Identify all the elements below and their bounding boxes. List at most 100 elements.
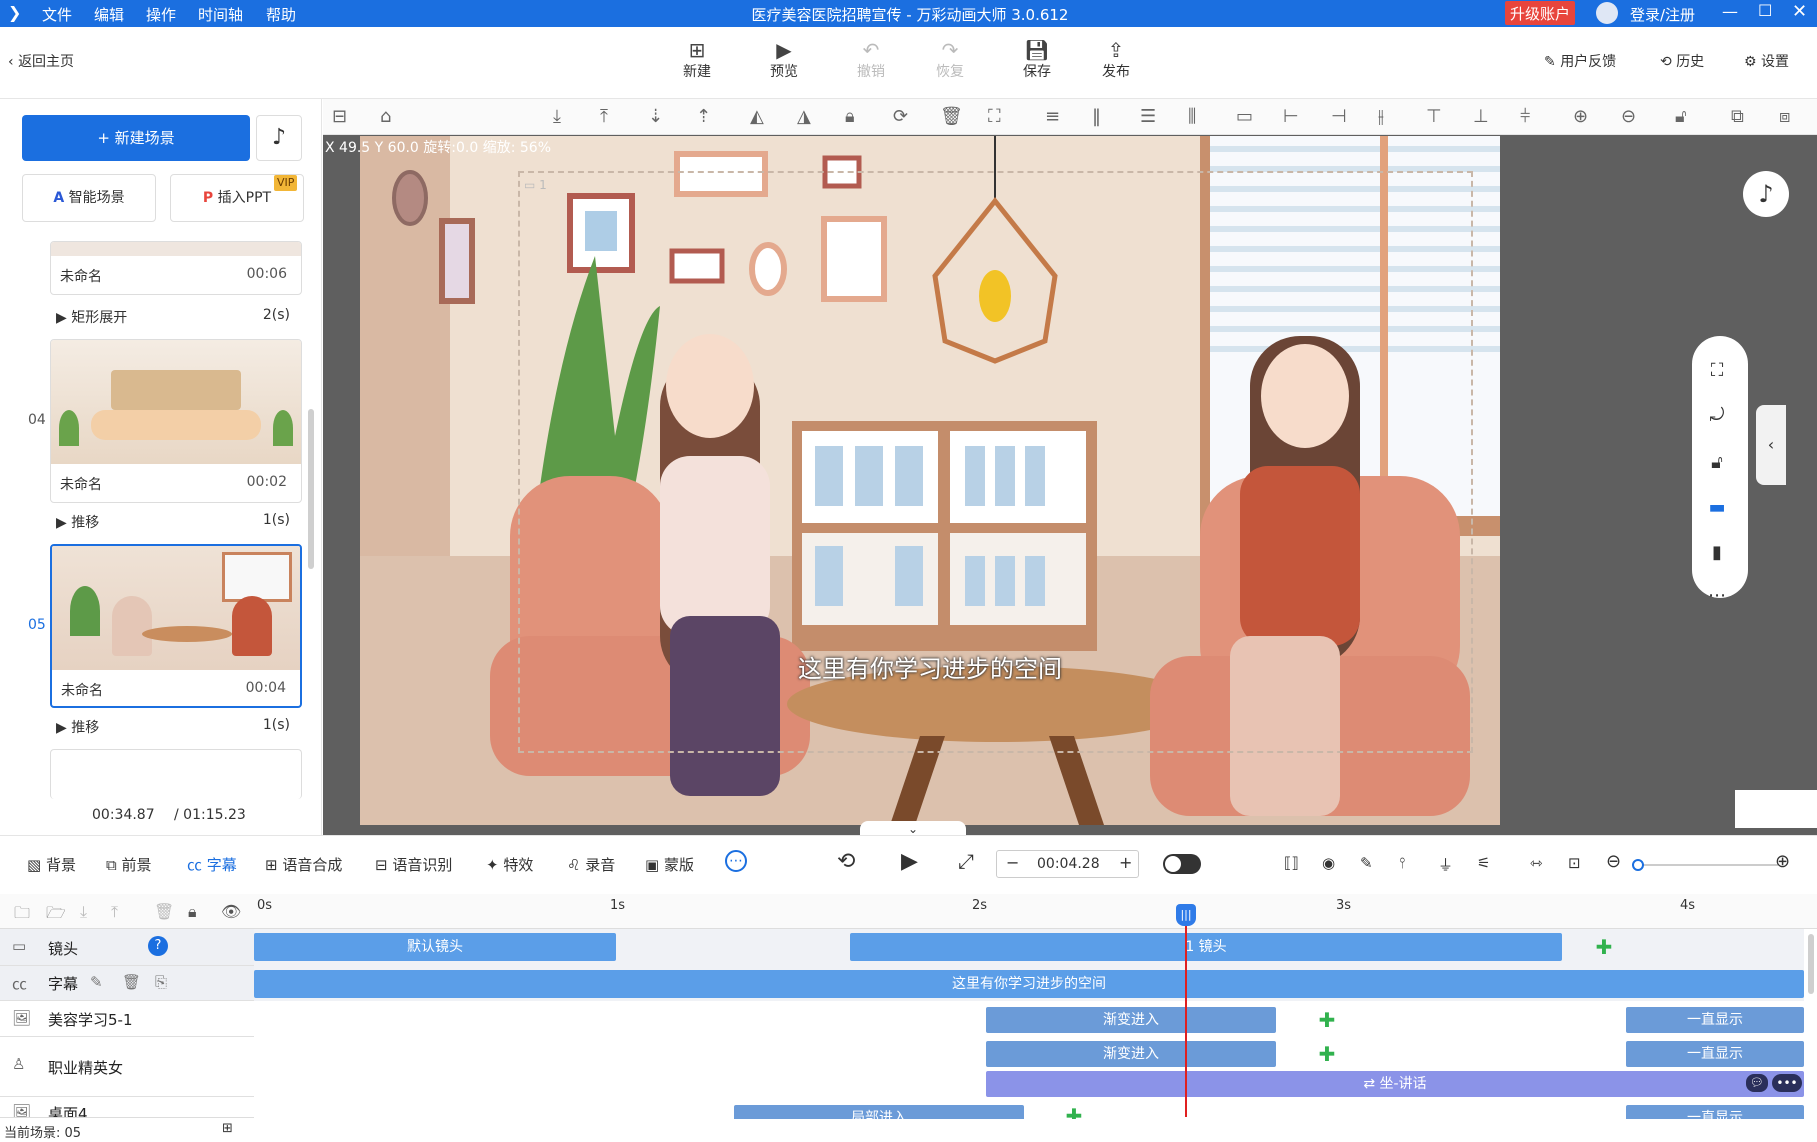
import-subtitle-icon[interactable]: ⎘ [155,973,167,991]
stage[interactable]: ▭ 1 这里有你学习进步的空间 [360,136,1500,825]
new-scene-button[interactable]: + 新建场景 [22,115,250,161]
music-toggle-icon[interactable]: ♪ [1743,171,1789,217]
delete-layer-icon[interactable]: 🗑︎ [154,902,174,921]
save-button[interactable]: 💾︎ 保存 [1007,39,1067,81]
fit-timeline-icon[interactable]: ⇿ [1530,854,1543,872]
new-button[interactable]: ⊞ 新建 [667,39,727,81]
keyframe-diamond[interactable]: ✚ [1318,1044,1336,1064]
redo-button[interactable]: ↷ 恢复 [920,39,980,81]
menu-operate[interactable]: 操作 [146,4,176,25]
subtitle-text[interactable]: 这里有你学习进步的空间 [360,649,1500,684]
ruler-icon[interactable]: ⊟ [332,106,347,127]
keyframe-icon[interactable]: ⟦⟧ [1284,854,1299,872]
home-icon[interactable]: ⌂ [380,106,391,127]
lock-icon[interactable]: 🔒︎ [845,106,855,127]
more-tabs-icon[interactable]: ⋯ [725,850,747,872]
minimize-icon[interactable]: — [1722,2,1738,21]
tracks-area[interactable]: 默认镜头 1 镜头 ✚ 这里有你学习进步的空间 渐变进入 ✚ 一直显示 渐变进入… [254,929,1804,1119]
move-up-layer-icon[interactable]: ⤒ [111,902,118,922]
time-ruler[interactable]: 0s 1s 2s 3s 4s [254,894,1817,929]
panel-icon[interactable]: ⊞ [222,1121,233,1136]
delete-subtitle-icon[interactable]: 🗑︎ [122,973,141,991]
camera-icon[interactable]: ◉ [1322,854,1335,872]
zoom-in-icon[interactable]: ⊕ [1573,106,1588,127]
align-top-icon[interactable]: ⤒ [600,106,608,127]
flip-v-icon[interactable]: ◮ [797,106,811,127]
landscape-icon[interactable]: ▬ [1705,497,1729,521]
track-character[interactable]: ♙ 职业精英女 [0,1037,254,1097]
always-show-clip[interactable]: 一直显示 [1626,1041,1804,1067]
track-subtitle[interactable]: ㏄ 字幕 ✎ 🗑︎ ⎘ [0,966,254,1001]
top-align-icon[interactable]: ⊤ [1426,106,1442,127]
speech-bubble-icon[interactable]: 💬︎ [1746,1074,1768,1092]
center-v-icon[interactable]: ⫩ [1520,106,1530,127]
scene-card[interactable] [50,749,302,799]
unlock-icon[interactable]: 🔓︎ [1675,106,1687,127]
same-width-icon[interactable]: ▭ [1236,106,1253,127]
bottom-align-icon[interactable]: ⊥ [1473,106,1489,127]
close-icon[interactable]: ✕ [1792,1,1807,22]
talk-clip[interactable]: ⇄ 坐-讲话 [986,1071,1804,1097]
avatar-icon[interactable] [1596,2,1618,24]
menu-edit[interactable]: 编辑 [94,4,124,25]
tab-background[interactable]: ▧ 背景 [27,854,76,875]
lock-tool-icon[interactable]: 🔓︎ [1705,452,1729,476]
menu-help[interactable]: 帮助 [266,4,296,25]
collapse-canvas-icon[interactable]: ⌄ [860,821,966,835]
move-down-icon[interactable]: ⇣ [648,106,663,127]
tab-effects[interactable]: ✦ 特效 [486,854,533,875]
collapse-panel-icon[interactable]: ‹ [1756,405,1786,485]
fit-icon[interactable]: ⛶ [988,106,1001,127]
align-left-icon[interactable]: ⊢ [1283,106,1299,127]
add-folder-icon[interactable]: 🗁 [46,902,66,929]
back-home-link[interactable]: ‹ 返回主页 [8,51,74,71]
replay-icon[interactable]: ⟲ [837,849,855,874]
flip-h-icon[interactable]: ◭ [750,106,764,127]
align-center-icon[interactable]: ≡ [1045,106,1060,127]
folder-icon[interactable]: 🗀 [14,902,30,929]
camera-clip-default[interactable]: 默认镜头 [254,933,616,961]
more-icon[interactable]: ⋯ [1705,585,1729,609]
track-image[interactable]: 🖼︎ 美容学习5-1 [0,1001,254,1037]
smart-scene-button[interactable]: A 智能场景 [22,174,156,222]
time-input[interactable]: 00:04.28 [1037,856,1100,872]
tab-record[interactable]: ♌ 录音 [567,854,615,875]
playhead[interactable] [1185,906,1187,1117]
toggle-switch[interactable] [1163,854,1201,874]
scene-card-selected[interactable]: 未命名 00:04 [50,544,302,708]
fullscreen-icon[interactable]: ⛶ [1705,360,1729,384]
clip-more-icon[interactable]: ••• [1772,1074,1802,1092]
tab-asr[interactable]: ⊟ 语音识别 [375,854,452,875]
paste-icon[interactable]: ⧈ [1779,106,1790,127]
transition-row[interactable]: ▶ 推移 1(s) [56,717,290,737]
zoom-in-timeline-icon[interactable]: ⊕ [1775,851,1790,872]
zoom-out-timeline-icon[interactable]: ⊖ [1606,851,1621,872]
timeline-scrollbar[interactable] [1808,934,1814,994]
delete-icon[interactable]: 🗑︎ [940,106,963,127]
keyframe-diamond[interactable]: ✚ [1318,1010,1336,1030]
time-stepper[interactable]: − 00:04.28 + [996,850,1139,878]
tab-subtitle[interactable]: ㏄ 字幕 [187,854,237,875]
publish-button[interactable]: ⇪ 发布 [1086,39,1146,81]
distribute-v-icon[interactable]: ☰ [1140,106,1156,127]
tab-mask[interactable]: ▣ 蒙版 [645,854,694,875]
lock-layer-icon[interactable]: 🔒︎ [188,902,197,922]
adjust-icon[interactable]: ⚟ [1477,854,1490,872]
tab-tts[interactable]: ⊞ 语音合成 [265,854,342,875]
help-icon[interactable]: ? [148,936,168,956]
ratio-icon[interactable]: ⊡ [1568,854,1581,872]
eye-icon[interactable]: 👁︎ [221,902,241,921]
increment-icon[interactable]: + [1119,853,1132,872]
center-h-icon[interactable]: ⫲ [1378,106,1384,127]
menu-timeline[interactable]: 时间轴 [198,4,243,25]
always-show-clip[interactable]: 一直显示 [1626,1105,1804,1119]
portrait-icon[interactable]: ▮ [1705,542,1729,566]
feedback-button[interactable]: ✎ 用户反馈 [1544,51,1616,71]
scene-scrollbar[interactable] [308,409,314,569]
edit-icon[interactable]: ✎ [1360,854,1373,872]
always-show-clip[interactable]: 一直显示 [1626,1007,1804,1033]
preview-button[interactable]: ▶ 预览 [754,39,814,81]
path-icon[interactable]: ⫯ [1399,854,1406,872]
playhead-handle[interactable]: ||| [1176,904,1196,926]
align-middle-icon[interactable]: ‖ [1092,106,1101,127]
